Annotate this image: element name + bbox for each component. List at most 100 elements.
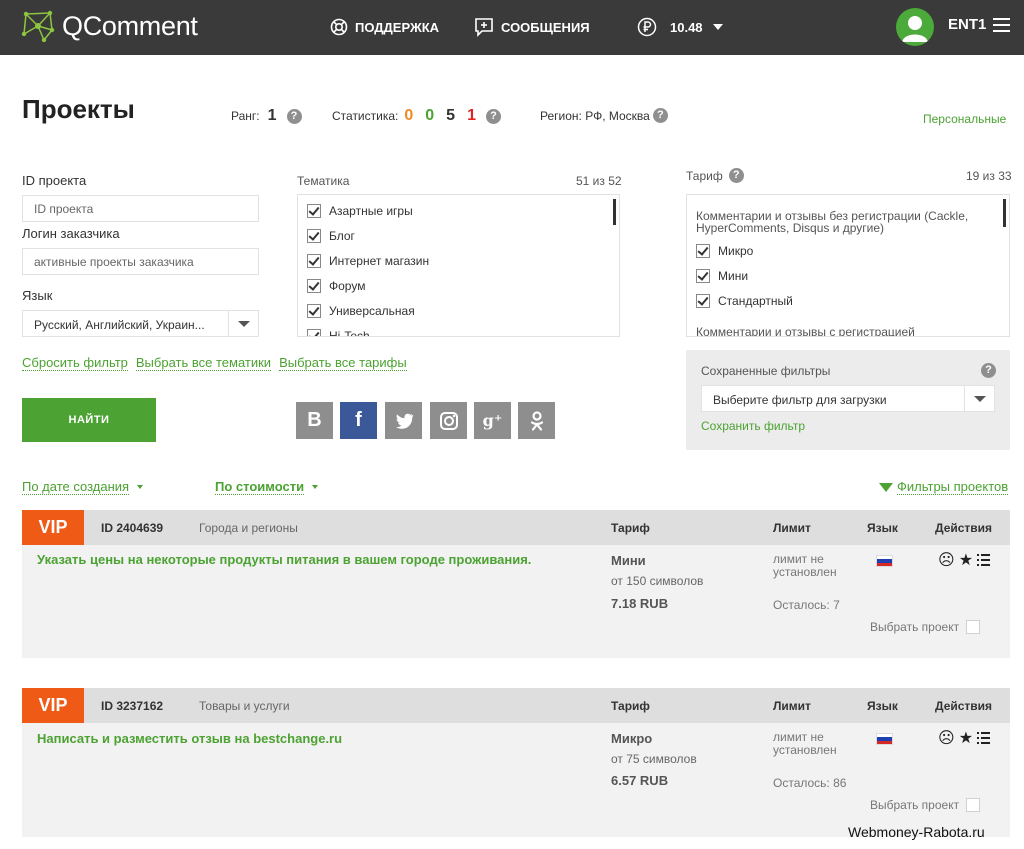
topic-item[interactable]: Азартные игры [307,204,413,218]
list-icon[interactable] [977,554,991,566]
checkbox[interactable] [307,329,321,336]
tariff-list[interactable]: Комментарии и отзывы без регистрации (Ca… [686,194,1010,337]
saved-filters-panel: Сохраненные фильтры ? Выберите фильтр дл… [686,350,1010,450]
customer-login-label: Логин заказчика [22,226,120,241]
sad-face-icon[interactable]: ☹ [938,550,955,570]
stats-label: Статистика: [332,109,399,123]
google-plus-icon[interactable]: g⁺ [474,402,511,439]
column-language: Язык [867,699,898,713]
project-title-link[interactable]: Указать цены на некоторые продукты питан… [37,552,531,567]
project-id: ID 2404639 [101,521,164,535]
column-actions: Действия [935,521,993,535]
checkbox[interactable] [307,279,321,293]
checkbox[interactable] [307,254,321,268]
tariff-item[interactable]: Стандартный [696,294,793,308]
select-project-checkbox[interactable] [966,798,981,812]
star-icon[interactable]: ★ [959,728,973,748]
select-project[interactable]: Выбрать проект [870,620,981,634]
column-language: Язык [867,521,898,535]
odnoklassniki-icon[interactable] [518,402,555,439]
twitter-icon[interactable] [385,402,422,439]
lifebuoy-icon [330,18,348,36]
tariff-item[interactable]: Мини [696,269,748,283]
checkbox[interactable] [696,294,710,308]
reset-filter-link[interactable]: Сбросить фильтр [22,355,128,371]
project-filters-label: Фильтры проектов [897,479,1009,495]
instagram-icon[interactable] [430,402,467,439]
saved-filters-title: Сохраненные фильтры [701,364,831,378]
saved-filters-help-icon[interactable]: ? [981,363,996,378]
balance-dropdown[interactable]: 10.48 [637,15,723,39]
brand-name: QComment [62,10,198,41]
saved-filter-select[interactable]: Выберите фильтр для загрузки [701,385,995,412]
topic-item[interactable]: Форум [307,279,365,293]
column-limit: Лимит [773,521,811,535]
stat-value: 0 [404,107,414,124]
topic-item[interactable]: Hi-Tech [307,329,370,336]
region-help-icon[interactable]: ? [652,108,668,123]
stat-value: 5 [446,107,456,124]
username[interactable]: ENT1 [948,16,986,33]
tariff-length: от 150 символов [611,574,704,588]
sort-by-date[interactable]: По дате создания [22,479,144,495]
facebook-icon[interactable]: f [340,402,377,439]
checkbox[interactable] [696,269,710,283]
chevron-down-icon[interactable] [964,386,994,411]
tariff-length: от 75 символов [611,752,697,766]
topic-item[interactable]: Интернет магазин [307,254,429,268]
rank-help-icon[interactable]: ? [286,108,302,124]
select-project[interactable]: Выбрать проект [870,798,981,812]
checkbox[interactable] [307,304,321,318]
checkbox[interactable] [696,244,710,258]
tariff-item[interactable]: Микро [696,244,753,258]
brand-logo[interactable]: QComment [20,8,198,44]
project-title-link[interactable]: Написать и разместить отзыв на bestchang… [37,731,342,746]
messages-link[interactable]: СООБЩЕНИЯ [474,15,590,39]
hamburger-menu-icon[interactable] [993,18,1010,32]
balance-value: 10.48 [670,19,703,35]
personal-projects-link[interactable]: Персональные [923,112,1006,126]
column-tariff: Тариф [611,521,650,535]
remaining-count: Осталось: 86 [773,776,847,790]
sort-by-price-label: По стоимости [215,479,305,495]
sad-face-icon[interactable]: ☹ [938,728,955,748]
rank-value: 1 [267,107,277,124]
customer-login-input[interactable]: активные проекты заказчика [22,248,259,275]
limit-text: лимит не установлен [773,730,837,757]
project-actions: ☹ ★ [938,550,991,570]
tariff-group-title: Комментарии и отзывы без регистрации (Ca… [696,209,969,235]
find-button[interactable]: НАЙТИ [22,398,156,442]
project-id-input[interactable]: ID проекта [22,195,259,222]
star-icon[interactable]: ★ [959,550,973,570]
filter-links: Сбросить фильтр Выбрать все тематики Выб… [22,355,407,371]
vip-badge: VIP [22,688,84,723]
user-avatar-icon[interactable] [896,8,934,46]
project-id: ID 3237162 [101,699,164,713]
column-actions: Действия [935,699,993,713]
support-link[interactable]: ПОДДЕРЖКА [330,15,439,39]
topics-list[interactable]: Азартные игры Блог Интернет магазин Фору… [297,194,620,337]
topics-scrollbar[interactable] [613,199,616,225]
stats-help-icon[interactable]: ? [485,108,501,124]
sort-by-price[interactable]: По стоимости [215,479,319,495]
save-filter-link[interactable]: Сохранить фильтр [701,419,805,433]
chevron-down-icon[interactable] [228,311,258,336]
checkbox[interactable] [307,204,321,218]
topic-item[interactable]: Блог [307,229,355,243]
checkbox[interactable] [307,229,321,243]
project-actions: ☹ ★ [938,728,991,748]
list-icon[interactable] [977,732,991,744]
select-project-label: Выбрать проект [870,798,960,812]
tariff-scrollbar[interactable] [1003,199,1006,227]
tariff-group-title: Комментарии и отзывы с регистрацией [696,325,915,337]
select-all-topics-link[interactable]: Выбрать все тематики [135,355,272,371]
topic-item[interactable]: Универсальная [307,304,415,318]
select-project-checkbox[interactable] [966,620,981,634]
select-all-tariffs-link[interactable]: Выбрать все тарифы [279,355,407,371]
vk-icon[interactable]: В [296,402,333,439]
project-filters-toggle[interactable]: Фильтры проектов [879,479,1009,495]
support-label: ПОДДЕРЖКА [355,19,440,35]
tariff-help-icon[interactable]: ? [728,168,744,183]
language-select[interactable]: Русский, Английский, Украин... [22,310,259,337]
language-value: Русский, Английский, Украин... [34,318,205,332]
